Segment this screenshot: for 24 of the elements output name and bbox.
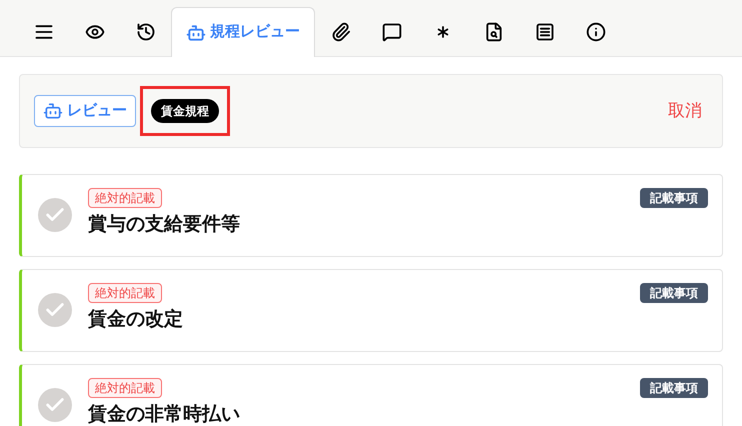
tag-badge: 賃金規程 [151,99,219,123]
info-icon [586,22,606,42]
document-search-icon [484,22,504,42]
item-title: 賃金の改定 [88,308,183,332]
requirement-card[interactable]: 絶対的記載 賃金の非常時払い 記載事項 [19,364,723,426]
comment-icon [382,22,402,42]
category-badge: 記載事項 [640,378,708,398]
paperclip-icon [330,22,350,42]
category-badge: 記載事項 [640,283,708,303]
requirement-card[interactable]: 絶対的記載 賞与の支給要件等 記載事項 [19,174,723,257]
cancel-link[interactable]: 取消 [668,98,702,124]
category-badge: 記載事項 [640,188,708,208]
tab[interactable]: 規程レビュー [171,7,315,57]
requirement-card[interactable]: 絶対的記載 賃金の改定 記載事項 [19,269,723,352]
list-icon [534,22,554,42]
tag-label: 絶対的記載 [88,378,162,398]
item-title: 賃金の非常時払い [88,403,240,426]
history-icon [136,22,156,42]
item-title: 賞与の支給要件等 [88,213,240,237]
tag-label: 絶対的記載 [88,188,162,208]
review-button[interactable]: レビュー [34,95,136,127]
tag-label: 絶対的記載 [88,283,162,303]
robot-icon [43,101,63,121]
robot-icon [186,22,206,42]
